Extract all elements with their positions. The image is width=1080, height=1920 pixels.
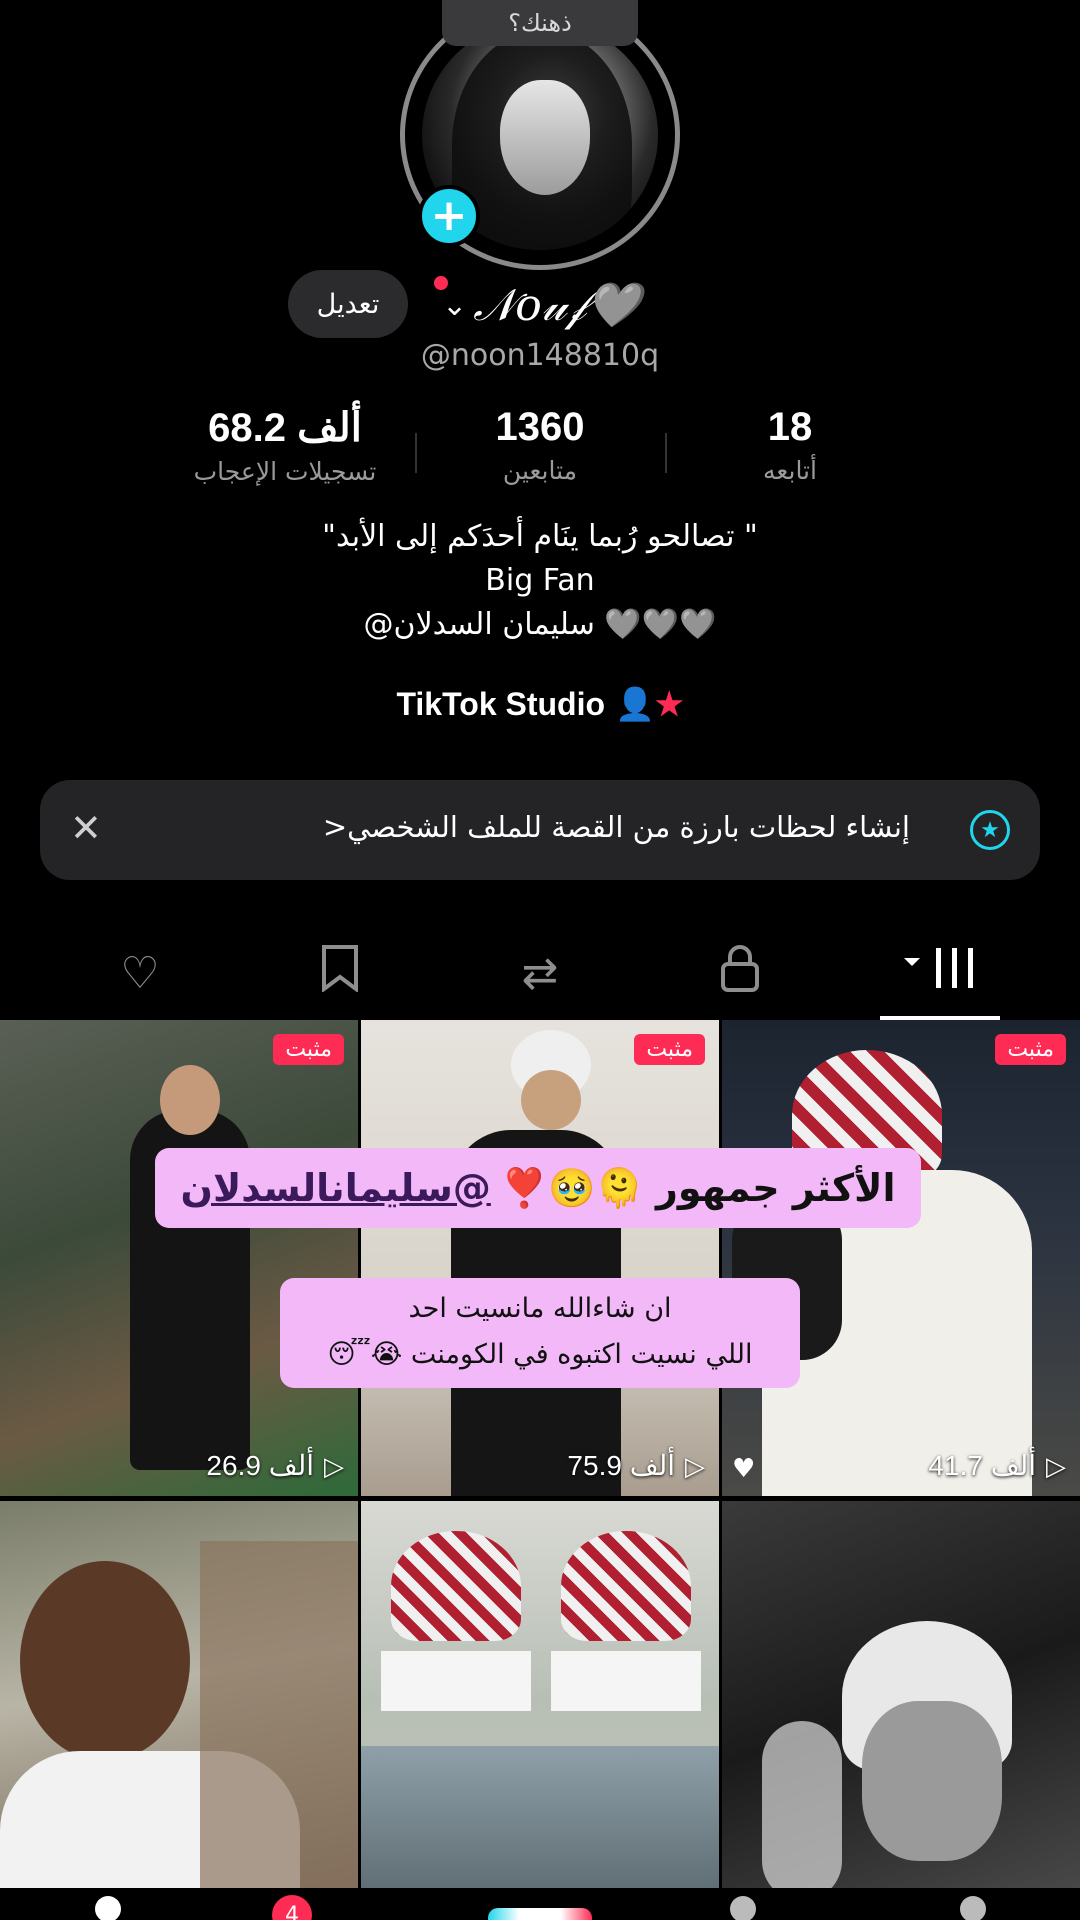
video-thumbnail[interactable]: مثبت ♥ 41.7 ألف ▷: [722, 1020, 1080, 1496]
sticker-line: اللي نسيت اكتبوه في الكومنت 😭😴: [327, 1339, 753, 1370]
play-icon: ▷: [324, 1451, 344, 1481]
profile-name: 𝒩𝑜𝓊𝒻🩶: [473, 280, 642, 331]
bio-line: Big Fan: [485, 563, 595, 598]
stat-label: متابعين: [502, 456, 578, 485]
tab-reposts[interactable]: ⇄: [470, 938, 610, 1008]
sticker-text: الأكثر جمهور 🫠🥹❣️: [500, 1165, 896, 1210]
stat-value: 1360: [495, 405, 585, 449]
name-row[interactable]: ⌄ 𝒩𝑜𝓊𝒻🩶: [430, 270, 641, 340]
stat-label: تسجيلات الإعجاب: [193, 457, 377, 486]
star-icon: ★: [970, 810, 1010, 850]
banner-text[interactable]: إنشاء لحظات بارزة من القصة للملف الشخصي<: [323, 810, 910, 844]
sticker-line: ان شاءالله مانسيت احد: [408, 1293, 672, 1324]
pinned-badge: مثبت: [634, 1034, 705, 1065]
video-thumbnail[interactable]: مثبت 75.9 ألف ▷: [361, 1020, 719, 1496]
bio-line: "تصالحو رُبما ينَام أحدَكم إلى الأبد ": [322, 519, 758, 554]
menu-icon[interactable]: [960, 1896, 986, 1920]
repost-icon: ⇄: [521, 947, 559, 999]
edit-profile-button[interactable]: تعديل: [288, 270, 408, 338]
add-story-button[interactable]: +: [418, 185, 480, 247]
highlights-banner[interactable]: ✕ إنشاء لحظات بارزة من القصة للملف الشخص…: [40, 780, 1040, 880]
video-thumbnail[interactable]: [0, 1501, 358, 1900]
profile-handle: @noon148810q: [420, 338, 660, 373]
video-thumbnail[interactable]: [361, 1501, 719, 1900]
pinned-sticker-secondary: ان شاءالله مانسيت احد اللي نسيت اكتبوه ف…: [280, 1278, 800, 1388]
studio-label: TikTok Studio: [396, 686, 606, 722]
heart-icon: ♡: [120, 947, 160, 999]
creator-star-icon: 👤★: [615, 686, 684, 722]
tiktok-studio-link[interactable]: TikTok Studio 👤★: [0, 685, 1080, 723]
tab-private[interactable]: [670, 938, 810, 1008]
stat-followers[interactable]: 1360 متابعين: [415, 405, 665, 485]
tab-videos[interactable]: [870, 938, 1010, 1008]
pinned-badge: مثبت: [995, 1034, 1066, 1065]
content-tabs: ♡ ⇄: [0, 930, 1080, 1020]
note-bubble[interactable]: ذهنك؟: [442, 0, 638, 46]
home-icon[interactable]: [95, 1896, 121, 1920]
profile-icon[interactable]: [730, 1896, 756, 1920]
grid-icon: [902, 944, 978, 1003]
create-button[interactable]: [488, 1908, 592, 1920]
tab-liked[interactable]: ♡: [70, 938, 210, 1008]
stat-value: 68.2 ألف: [208, 406, 362, 450]
pinned-sticker-main: الأكثر جمهور 🫠🥹❣️ @سليمانالسدلان: [155, 1148, 921, 1228]
bio-line: @سليمان السدلان 🩶🩶🩶: [363, 607, 717, 642]
view-count: 26.9 ألف ▷: [206, 1450, 344, 1481]
play-icon: ▷: [685, 1451, 705, 1481]
chevron-down-icon[interactable]: ⌄: [442, 288, 467, 323]
tab-saved[interactable]: [270, 938, 410, 1008]
view-count: 41.7 ألف ▷: [928, 1450, 1066, 1481]
stats-row: 68.2 ألف تسجيلات الإعجاب 1360 متابعين 18…: [160, 405, 920, 505]
stat-label: أتابعه: [763, 456, 817, 485]
view-count: 75.9 ألف ▷: [567, 1450, 705, 1481]
stat-likes[interactable]: 68.2 ألف تسجيلات الإعجاب: [160, 405, 410, 486]
pinned-badge: مثبت: [273, 1034, 344, 1065]
bio: "تصالحو رُبما ينَام أحدَكم إلى الأبد " B…: [0, 515, 1080, 647]
video-thumbnail[interactable]: مثبت 26.9 ألف ▷: [0, 1020, 358, 1496]
sticker-mention[interactable]: @سليمانالسدلان: [181, 1166, 491, 1210]
lock-icon: [719, 944, 761, 1003]
video-thumbnail[interactable]: [722, 1501, 1080, 1900]
bookmark-icon: [320, 944, 360, 1002]
stat-value: 18: [767, 405, 813, 449]
play-icon: ▷: [1046, 1451, 1066, 1481]
close-icon[interactable]: ✕: [70, 806, 102, 850]
stat-following[interactable]: 18 أتابعه: [665, 405, 915, 485]
